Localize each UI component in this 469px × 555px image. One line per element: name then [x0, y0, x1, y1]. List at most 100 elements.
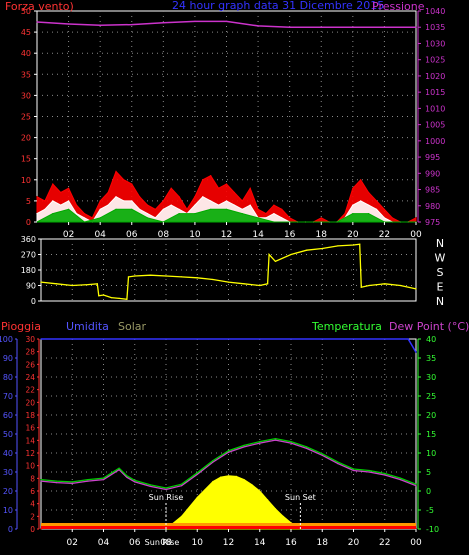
data-point [149, 274, 151, 276]
data-point [83, 217, 85, 219]
data-point [75, 213, 78, 215]
data-point [126, 475, 128, 477]
data-point [306, 446, 308, 448]
data-point [368, 191, 370, 194]
data-point [36, 213, 38, 215]
tick-label-rain: 10 [25, 462, 35, 471]
tick-label-temperature: 35 [426, 354, 436, 363]
data-point [368, 284, 370, 287]
data-point [337, 463, 339, 465]
sunset-label: Sun Set [285, 493, 316, 502]
data-point [52, 213, 54, 215]
series-bar-pioggia [41, 526, 416, 529]
data-point [415, 351, 417, 353]
data-point [249, 204, 251, 206]
data-point [225, 183, 228, 185]
data-point [225, 208, 228, 210]
data-point [110, 297, 112, 299]
data-point [274, 508, 276, 510]
data-point [259, 442, 261, 444]
data-point [225, 200, 228, 202]
tick-label-left: 180 [21, 266, 36, 275]
data-point [196, 496, 198, 498]
tick-label-x: 02 [67, 538, 78, 548]
tick-label-temperature: -5 [426, 506, 434, 515]
data-point [391, 217, 393, 219]
data-point [368, 469, 370, 472]
data-point [178, 208, 180, 210]
data-point [251, 484, 253, 486]
data-point [149, 484, 151, 486]
tick-label-right: 1005 [425, 121, 445, 130]
data-point [123, 200, 125, 202]
tick-label-rain: 18 [25, 411, 35, 420]
data-point [126, 298, 128, 300]
data-point [212, 278, 214, 281]
data-point [87, 479, 89, 481]
data-point [71, 482, 73, 484]
tick-label-left: 35 [21, 70, 31, 79]
data-point [102, 479, 105, 481]
data-point [306, 447, 308, 449]
data-point [123, 179, 125, 181]
tick-label-humidity: 90 [3, 354, 13, 363]
data-point [44, 208, 46, 210]
tick-label-rain: 24 [25, 373, 35, 382]
data-point [274, 260, 276, 262]
data-point [107, 204, 109, 206]
data-point [243, 479, 245, 481]
data-point [360, 179, 362, 181]
data-point [162, 200, 164, 202]
data-point [281, 217, 283, 219]
tick-label-temperature: 30 [426, 373, 436, 382]
data-point [384, 472, 386, 475]
data-point [273, 204, 275, 206]
tick-label-x: 00 [410, 538, 422, 548]
data-point [233, 204, 235, 206]
data-point [289, 217, 291, 219]
data-point [212, 480, 214, 483]
data-point [194, 213, 196, 215]
data-point [181, 515, 183, 517]
data-point [360, 286, 362, 288]
data-point [415, 483, 417, 485]
data-point [68, 187, 70, 189]
tick-label-humidity: 80 [3, 373, 13, 382]
data-point [415, 26, 417, 28]
tick-label-humidity: 50 [3, 430, 13, 439]
tick-label-right: 1025 [425, 56, 445, 65]
data-point [131, 24, 133, 26]
data-point [36, 196, 38, 198]
data-point [257, 208, 259, 210]
data-point [383, 217, 385, 219]
data-point [360, 200, 362, 202]
compass-label: N [436, 237, 444, 250]
tick-label-humidity: 40 [3, 449, 13, 458]
tick-label-x: 10 [192, 538, 204, 548]
data-point [134, 481, 136, 483]
tick-label-left: 30 [21, 91, 31, 100]
data-point [383, 26, 385, 28]
data-point [115, 196, 117, 198]
data-point [196, 472, 198, 474]
data-point [352, 187, 354, 189]
data-point [202, 179, 204, 181]
data-point [87, 480, 89, 482]
data-point [337, 461, 339, 463]
tick-label-temperature: 40 [426, 335, 436, 344]
data-point [227, 475, 230, 477]
tick-label-rain: 16 [25, 424, 35, 433]
tick-label-x: 18 [317, 538, 329, 548]
data-point [359, 243, 361, 245]
data-point [165, 275, 167, 277]
tick-label-rain: 0 [30, 525, 35, 534]
data-point [218, 204, 220, 206]
data-point [139, 208, 141, 210]
data-point [131, 208, 133, 210]
wind-speed-axis-title: Forza vento) [5, 0, 74, 13]
tick-label-temperature: 5 [426, 468, 431, 477]
data-point [259, 490, 261, 492]
data-point [99, 217, 101, 219]
tick-label-humidity: 10 [3, 506, 13, 515]
data-point [265, 217, 267, 219]
